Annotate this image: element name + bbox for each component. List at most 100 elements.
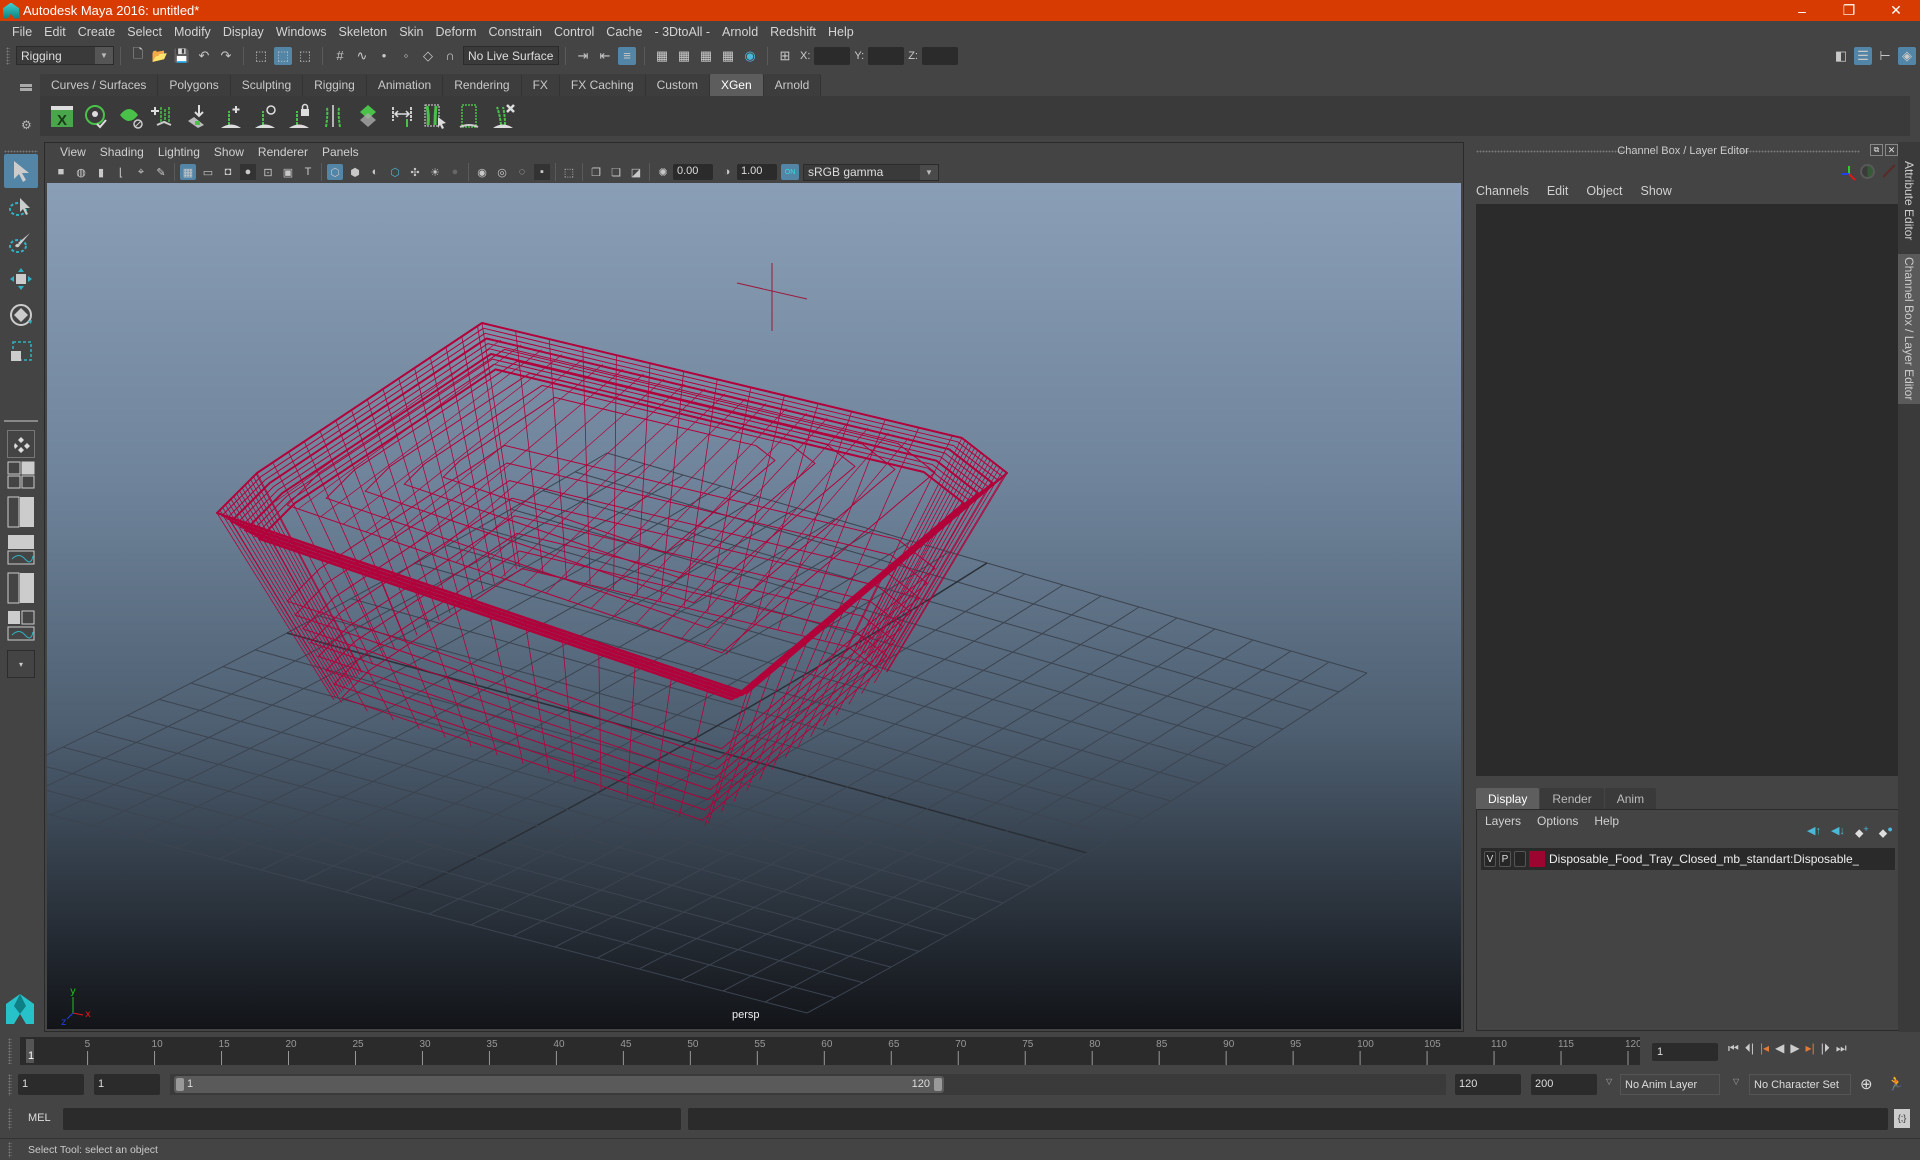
layer-tab-anim[interactable]: Anim (1604, 788, 1657, 809)
redo-icon[interactable]: ↷ (217, 47, 235, 65)
grooming-icon[interactable] (354, 101, 382, 131)
le-menu-layers[interactable]: Layers (1485, 814, 1521, 828)
menu-cache[interactable]: Cache (606, 25, 642, 39)
panel-menu-shading[interactable]: Shading (100, 145, 144, 159)
snap-point-icon[interactable]: • (375, 47, 393, 65)
layer-name[interactable]: Disposable_Food_Tray_Closed_mb_standart:… (1549, 852, 1859, 866)
add-guides-icon[interactable] (150, 101, 178, 131)
move-tool-icon[interactable] (4, 262, 38, 296)
snap-grid-icon[interactable]: # (331, 47, 349, 65)
layer-row[interactable]: V P Disposable_Food_Tray_Closed_mb_stand… (1481, 848, 1895, 870)
menu-redshift[interactable]: Redshift (770, 25, 816, 39)
menu-modify[interactable]: Modify (174, 25, 211, 39)
wireframe-icon[interactable]: ⬡ (327, 164, 343, 180)
tool-settings-icon[interactable]: ⊢ (1876, 47, 1894, 65)
rotate-tool-icon[interactable] (4, 298, 38, 332)
menu-control[interactable]: Control (554, 25, 594, 39)
four-view-layout-icon[interactable] (4, 460, 38, 492)
open-scene-icon[interactable]: 📂 (151, 47, 169, 65)
xgen-editor-icon[interactable]: X (48, 101, 76, 131)
cb-menu-object[interactable]: Object (1586, 184, 1622, 198)
film-gate-icon[interactable]: ▭ (200, 164, 216, 180)
minimize-button[interactable]: – (1780, 0, 1824, 21)
move-layer-down-icon[interactable]: ◀↓ (1831, 824, 1845, 840)
layer-visibility-toggle[interactable]: V (1484, 851, 1496, 867)
menu-help[interactable]: Help (828, 25, 854, 39)
cb-menu-show[interactable]: Show (1641, 184, 1672, 198)
menu-skin[interactable]: Skin (399, 25, 423, 39)
channel-box-toggle-icon[interactable]: ◈ (1898, 46, 1916, 65)
color-management-toggle[interactable]: ON (781, 164, 799, 180)
isolate-select-icon[interactable]: ⬚ (561, 164, 577, 180)
y-field[interactable] (868, 46, 905, 65)
attribute-editor-toggle-icon[interactable]: ☰ (1854, 46, 1872, 65)
step-back-frame-icon[interactable]: ⏴| (1745, 1041, 1754, 1056)
step-back-key-icon[interactable]: |◂ (1760, 1041, 1769, 1056)
command-input[interactable] (63, 1108, 681, 1130)
exposure-icon[interactable]: ✺ (655, 164, 671, 180)
z-field[interactable] (921, 46, 958, 65)
xray-joints-icon[interactable]: ❏ (608, 164, 624, 180)
tray-wireframe-mesh[interactable] (216, 322, 1008, 827)
shelf-tab-xgen[interactable]: XGen (709, 74, 764, 96)
make-live-icon[interactable]: ∩ (441, 47, 459, 65)
xgen-clear-preview-icon[interactable] (116, 101, 144, 131)
menu-edit[interactable]: Edit (44, 25, 66, 39)
anim-layer-chevron-icon[interactable]: ▽ (1606, 1077, 1612, 1086)
select-lock-icon[interactable]: ⊞ (776, 47, 794, 65)
time-slider[interactable]: 5 10 15 20 25 30 35 40 45 50 55 60 65 70 75 80 85 90 95 100… (20, 1037, 1642, 1065)
gamma-field[interactable]: 1.00 (737, 164, 777, 180)
exposure-field[interactable]: 0.00 (673, 164, 713, 180)
guide-length-icon[interactable] (320, 101, 348, 131)
render-view-icon[interactable]: ▦ (653, 47, 671, 65)
shelf-menu-icon[interactable] (20, 84, 32, 87)
range-end-handle[interactable] (934, 1078, 942, 1091)
select-object-icon[interactable]: ⬚ (274, 46, 292, 65)
shelf-tab-fx-caching[interactable]: FX Caching (559, 74, 646, 96)
snap-projected-center-icon[interactable]: ◇ (419, 47, 437, 65)
persp-graph-hypergraph-layout-icon[interactable] (4, 608, 38, 644)
use-all-lights-icon[interactable]: ☀ (427, 164, 443, 180)
panel-menu-renderer[interactable]: Renderer (258, 145, 308, 159)
snap-curve-icon[interactable]: ∿ (353, 47, 371, 65)
cb-menu-edit[interactable]: Edit (1547, 184, 1569, 198)
script-editor-icon[interactable]: {;} (1894, 1109, 1910, 1128)
le-menu-help[interactable]: Help (1594, 814, 1619, 828)
persp-outliner-layout-icon[interactable] (4, 494, 38, 530)
default-material-icon[interactable]: ◐ (367, 164, 383, 180)
persp-graph-layout-icon[interactable] (4, 532, 38, 568)
depth-of-field-icon[interactable]: ▪ (534, 164, 550, 180)
camera-attributes-icon[interactable]: ◍ (73, 164, 89, 180)
close-panel-icon[interactable]: ✕ (1885, 144, 1898, 156)
shelf-tab-arnold[interactable]: Arnold (763, 74, 822, 96)
menu-3dtoall[interactable]: - 3DtoAll - (654, 25, 710, 39)
range-start-handle[interactable] (176, 1078, 184, 1091)
screen-space-ao-icon[interactable]: ◉ (474, 164, 490, 180)
step-forward-key-icon[interactable]: ▸| (1806, 1041, 1815, 1056)
undo-icon[interactable]: ↶ (195, 47, 213, 65)
image-plane-icon[interactable]: ⌊ (113, 164, 129, 180)
output-ops-icon[interactable]: ⇤ (596, 47, 614, 65)
layer-tab-display[interactable]: Display (1476, 788, 1540, 809)
bookmarks-icon[interactable]: ▮ (93, 164, 109, 180)
layer-playback-toggle[interactable]: P (1499, 851, 1511, 867)
add-sample-guide-icon[interactable] (184, 101, 212, 131)
paint-select-tool-icon[interactable] (4, 226, 38, 260)
toolbar-grip[interactable] (6, 47, 10, 65)
render-settings-icon[interactable]: ▦ (719, 47, 737, 65)
end-time-field[interactable]: 200 (1531, 1074, 1597, 1095)
xray-icon[interactable]: ❐ (588, 164, 604, 180)
menu-skeleton[interactable]: Skeleton (339, 25, 388, 39)
ipr-render-icon[interactable]: ▦ (697, 47, 715, 65)
safe-action-icon[interactable]: ▣ (280, 164, 296, 180)
gate-mask-icon[interactable]: ● (240, 164, 256, 180)
x-field[interactable] (814, 46, 851, 65)
float-panel-icon[interactable]: ⧉ (1870, 144, 1883, 156)
grease-pencil-icon[interactable]: ✎ (153, 164, 169, 180)
go-to-start-icon[interactable]: ⏮ (1728, 1041, 1739, 1056)
sculpt-guide-icon[interactable] (252, 101, 280, 131)
menu-display[interactable]: Display (223, 25, 264, 39)
select-guides-icon[interactable] (422, 101, 450, 131)
grid-toggle-icon[interactable]: ▦ (180, 164, 196, 180)
layer-color-swatch[interactable] (1529, 851, 1545, 867)
